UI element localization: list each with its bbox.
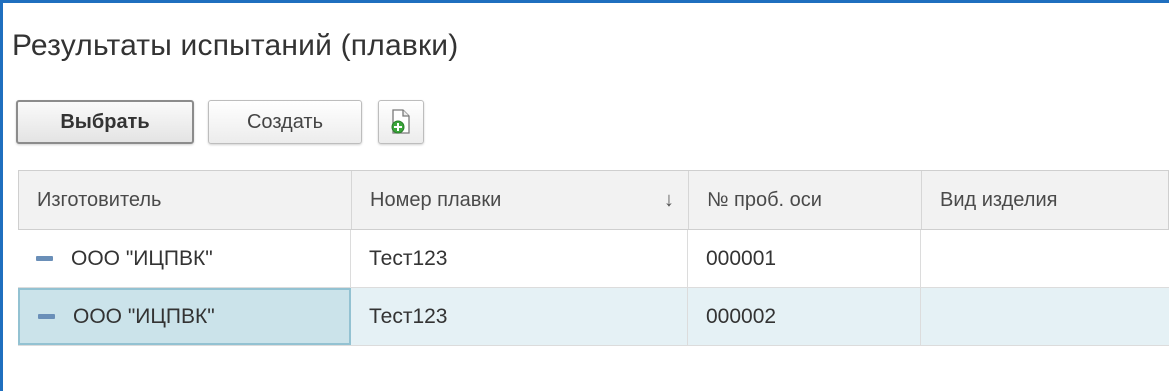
column-header-melt-number[interactable]: Номер плавки ↓ [352,171,689,229]
list-form-window: Результаты испытаний (плавки) Выбрать Со… [0,0,1169,391]
row-marker-icon [36,256,53,261]
table-row-selected[interactable]: ООО "ИЦПВК" Тест123 000002 [18,288,1169,346]
table-row[interactable]: ООО "ИЦПВК" Тест123 000001 [18,230,1169,288]
create-button[interactable]: Создать [208,100,362,144]
manufacturer-text: ООО "ИЦПВК" [73,304,215,328]
manufacturer-cell[interactable]: ООО "ИЦПВК" [18,288,351,345]
melt-number-cell[interactable]: Тест123 [351,230,688,287]
select-button[interactable]: Выбрать [16,100,194,144]
product-type-cell[interactable] [921,288,1169,345]
melt-number-cell[interactable]: Тест123 [351,288,688,345]
manufacturer-cell[interactable]: ООО "ИЦПВК" [18,230,351,287]
column-header-label: Номер плавки [370,188,502,211]
column-header-product-type[interactable]: Вид изделия [922,171,1170,229]
column-header-axle-sample[interactable]: № проб. оси [689,171,922,229]
manufacturer-text: ООО "ИЦПВК" [71,246,213,270]
axle-sample-cell[interactable]: 000002 [688,288,921,345]
document-add-icon [391,109,410,134]
product-type-cell[interactable] [921,230,1169,287]
axle-sample-cell[interactable]: 000001 [688,230,921,287]
page-title: Результаты испытаний (плавки) [12,29,459,62]
column-header-manufacturer[interactable]: Изготовитель [19,171,352,229]
add-document-button[interactable] [378,100,424,144]
sort-descending-icon: ↓ [664,188,674,211]
table-header: Изготовитель Номер плавки ↓ № проб. оси … [18,170,1169,230]
row-marker-icon [38,314,55,319]
results-table: Изготовитель Номер плавки ↓ № проб. оси … [18,170,1169,379]
